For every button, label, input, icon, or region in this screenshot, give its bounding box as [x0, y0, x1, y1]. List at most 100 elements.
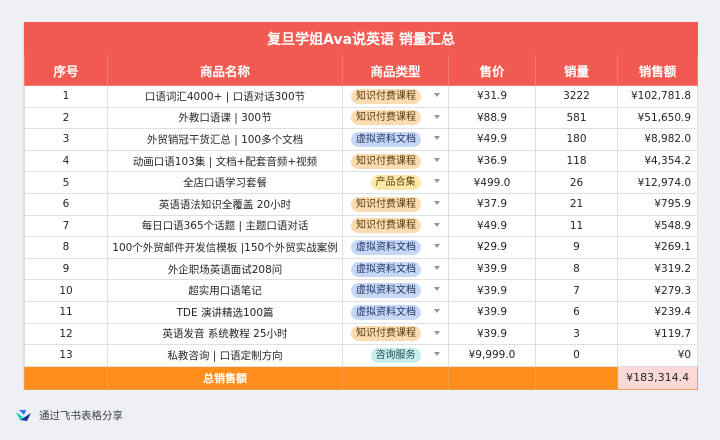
cell-no[interactable]: 3: [24, 128, 108, 151]
cell-qty[interactable]: 8: [535, 257, 618, 281]
cell-name[interactable]: 外企职场英语面试208问: [107, 257, 343, 281]
cell-name[interactable]: 英语发音 系统教程 25小时: [107, 322, 343, 346]
cell-price[interactable]: ¥39.9: [448, 279, 536, 302]
cell-type[interactable]: 知识付费课程: [342, 85, 449, 108]
cell-qty[interactable]: 7: [535, 279, 618, 302]
total-blank[interactable]: [342, 365, 449, 390]
header-revenue[interactable]: 销售额: [616, 54, 699, 86]
cell-type[interactable]: 知识付费课程: [342, 214, 449, 238]
cell-type[interactable]: 咨询服务: [342, 344, 449, 367]
dropdown-caret-icon[interactable]: [434, 179, 440, 184]
dropdown-caret-icon[interactable]: [434, 114, 440, 119]
cell-type[interactable]: 虚拟资料文档: [342, 236, 449, 259]
cell-price[interactable]: ¥88.9: [448, 106, 536, 130]
cell-name[interactable]: TDE 演讲精选100篇: [107, 300, 343, 324]
cell-qty[interactable]: 118: [535, 149, 618, 173]
cell-no[interactable]: 6: [24, 192, 108, 216]
cell-no[interactable]: 13: [24, 344, 108, 367]
dropdown-caret-icon[interactable]: [434, 93, 440, 97]
dropdown-caret-icon[interactable]: [434, 200, 440, 205]
cell-name[interactable]: 全店口语学习套餐: [107, 171, 343, 194]
table-title[interactable]: 复旦学姐Ava说英语 销量汇总: [23, 22, 699, 55]
cell-qty[interactable]: 180: [535, 128, 618, 151]
cell-price[interactable]: ¥39.9: [448, 322, 536, 346]
cell-type[interactable]: 虚拟资料文档: [342, 279, 449, 302]
cell-no[interactable]: 10: [24, 279, 108, 302]
cell-revenue[interactable]: ¥8,982.0: [616, 128, 699, 151]
total-blank[interactable]: [448, 365, 536, 390]
dropdown-caret-icon[interactable]: [434, 352, 440, 357]
cell-qty[interactable]: 26: [535, 171, 618, 194]
cell-revenue[interactable]: ¥548.9: [616, 214, 699, 238]
cell-type[interactable]: 产品合集: [342, 171, 449, 194]
cell-name[interactable]: 100个外贸邮件开发信模板 |150个外贸实战案例: [107, 236, 343, 259]
cell-type[interactable]: 虚拟资料文档: [342, 257, 449, 281]
header-name[interactable]: 商品名称: [107, 54, 343, 86]
cell-qty[interactable]: 581: [535, 106, 618, 130]
share-footer[interactable]: 通过飞书表格分享: [14, 408, 123, 423]
total-blank[interactable]: [24, 365, 108, 390]
cell-no[interactable]: 7: [24, 214, 108, 238]
cell-no[interactable]: 11: [24, 300, 108, 324]
cell-qty[interactable]: 11: [535, 214, 618, 238]
cell-no[interactable]: 2: [24, 106, 108, 130]
cell-qty[interactable]: 3222: [535, 85, 618, 108]
cell-name[interactable]: 每日口语365个话题 | 主题口语对话: [107, 214, 343, 238]
cell-name[interactable]: 外贸销冠干货汇总 | 100多个文档: [107, 128, 343, 151]
dropdown-caret-icon[interactable]: [434, 222, 440, 227]
cell-revenue[interactable]: ¥279.3: [616, 279, 699, 302]
total-value[interactable]: ¥183,314.4: [616, 365, 699, 390]
dropdown-caret-icon[interactable]: [434, 244, 440, 249]
cell-name[interactable]: 私教咨询 | 口语定制方向: [107, 344, 343, 367]
cell-revenue[interactable]: ¥51,650.9: [616, 106, 699, 130]
cell-no[interactable]: 1: [24, 85, 108, 108]
header-price[interactable]: 售价: [448, 54, 536, 86]
cell-type[interactable]: 知识付费课程: [342, 192, 449, 216]
dropdown-caret-icon[interactable]: [434, 265, 440, 270]
cell-revenue[interactable]: ¥102,781.8: [616, 85, 699, 108]
cell-revenue[interactable]: ¥239.4: [616, 300, 699, 324]
cell-name[interactable]: 口语词汇4000+ | 口语对话300节: [107, 85, 343, 108]
cell-revenue[interactable]: ¥12,974.0: [616, 171, 699, 194]
cell-price[interactable]: ¥49.9: [448, 128, 536, 151]
cell-price[interactable]: ¥31.9: [448, 85, 536, 108]
cell-price[interactable]: ¥39.9: [448, 300, 536, 324]
dropdown-caret-icon[interactable]: [434, 136, 440, 141]
cell-price[interactable]: ¥49.9: [448, 214, 536, 238]
cell-type[interactable]: 虚拟资料文档: [342, 128, 449, 151]
cell-price[interactable]: ¥37.9: [448, 192, 536, 216]
header-no[interactable]: 序号: [24, 54, 108, 86]
total-blank[interactable]: [535, 365, 618, 390]
cell-no[interactable]: 9: [24, 257, 108, 281]
dropdown-caret-icon[interactable]: [434, 287, 440, 292]
cell-qty[interactable]: 21: [535, 192, 618, 216]
cell-qty[interactable]: 0: [535, 344, 618, 367]
cell-revenue[interactable]: ¥269.1: [616, 236, 699, 259]
cell-name[interactable]: 英语语法知识全覆盖 20小时: [107, 192, 343, 216]
cell-type[interactable]: 虚拟资料文档: [342, 300, 449, 324]
cell-name[interactable]: 超实用口语笔记: [107, 279, 343, 302]
cell-type[interactable]: 知识付费课程: [342, 149, 449, 173]
cell-price[interactable]: ¥39.9: [448, 257, 536, 281]
header-qty[interactable]: 销量: [535, 54, 618, 86]
cell-revenue[interactable]: ¥319.2: [616, 257, 699, 281]
cell-qty[interactable]: 6: [535, 300, 618, 324]
cell-name[interactable]: 动画口语103集 | 文档+配套音频+视频: [107, 149, 343, 173]
dropdown-caret-icon[interactable]: [434, 157, 440, 162]
cell-price[interactable]: ¥29.9: [448, 236, 536, 259]
cell-no[interactable]: 4: [24, 149, 108, 173]
total-label[interactable]: 总销售额: [107, 365, 343, 390]
cell-price[interactable]: ¥499.0: [448, 171, 536, 194]
cell-name[interactable]: 外教口语课 | 300节: [107, 106, 343, 130]
cell-type[interactable]: 知识付费课程: [342, 322, 449, 346]
cell-no[interactable]: 8: [24, 236, 108, 259]
cell-revenue[interactable]: ¥795.9: [616, 192, 699, 216]
cell-qty[interactable]: 9: [535, 236, 618, 259]
dropdown-caret-icon[interactable]: [434, 330, 440, 335]
cell-no[interactable]: 12: [24, 322, 108, 346]
cell-price[interactable]: ¥9,999.0: [448, 344, 536, 367]
cell-type[interactable]: 知识付费课程: [342, 106, 449, 130]
cell-revenue[interactable]: ¥4,354.2: [616, 149, 699, 173]
header-type[interactable]: 商品类型: [342, 54, 449, 86]
cell-revenue[interactable]: ¥0: [616, 344, 699, 367]
